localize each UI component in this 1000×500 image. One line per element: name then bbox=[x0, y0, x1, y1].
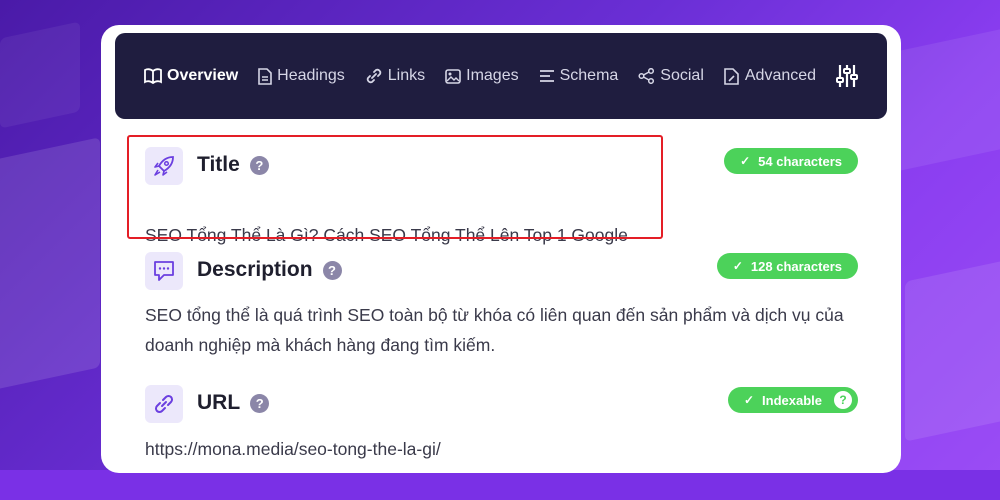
highlight-box bbox=[127, 135, 663, 239]
help-icon[interactable]: ? bbox=[834, 391, 852, 409]
tab-social[interactable]: Social bbox=[638, 67, 704, 85]
check-icon: ✓ bbox=[743, 393, 755, 407]
indexable-badge: ✓ Indexable ? bbox=[727, 387, 858, 413]
tab-links[interactable]: Links bbox=[365, 67, 425, 85]
share-icon bbox=[638, 68, 655, 84]
description-value: SEO tổng thể là quá trình SEO toàn bộ từ… bbox=[145, 305, 844, 355]
tab-label: Schema bbox=[559, 67, 619, 84]
badge-label: 128 characters bbox=[750, 258, 842, 274]
sliders-icon bbox=[836, 65, 859, 87]
tab-headings[interactable]: Headings bbox=[258, 67, 345, 85]
tab-label: Overview bbox=[167, 67, 239, 84]
badge-label: Indexable bbox=[762, 392, 822, 408]
tab-label: Links bbox=[387, 67, 426, 84]
tab-label: Advanced bbox=[744, 67, 817, 84]
tab-navbar: Overview Headings Links Images Schema So… bbox=[115, 33, 887, 119]
url-value: https://mona.media/seo-tong-the-la-gi/ bbox=[145, 439, 441, 459]
badge-label: 54 characters bbox=[758, 153, 842, 169]
tab-overview[interactable]: Overview bbox=[144, 67, 238, 85]
tab-label: Headings bbox=[277, 67, 345, 84]
tab-images[interactable]: Images bbox=[445, 67, 519, 85]
url-icon-box bbox=[145, 385, 183, 423]
tab-schema[interactable]: Schema bbox=[539, 67, 619, 85]
section-heading: URL bbox=[197, 391, 241, 414]
list-icon bbox=[539, 70, 554, 82]
background-panel bbox=[905, 258, 1000, 442]
book-icon bbox=[144, 68, 162, 84]
check-icon: ✓ bbox=[740, 154, 751, 168]
settings-button[interactable] bbox=[836, 64, 859, 88]
help-icon[interactable]: ? bbox=[250, 393, 270, 413]
document-icon bbox=[258, 67, 272, 85]
advanced-icon bbox=[724, 67, 739, 85]
tab-label: Social bbox=[660, 67, 704, 84]
check-icon: ✓ bbox=[732, 259, 743, 273]
background-panel bbox=[0, 137, 100, 393]
tab-label: Images bbox=[466, 67, 519, 84]
section-heading: Description bbox=[197, 258, 313, 281]
description-heading: Description ? bbox=[197, 258, 342, 282]
seo-panel-card: Overview Headings Links Images Schema So… bbox=[101, 25, 901, 473]
overview-content: Title ? ✓ 54 characters SEO Tổng Thể Là … bbox=[115, 125, 887, 473]
link-icon bbox=[154, 394, 174, 414]
tab-advanced[interactable]: Advanced bbox=[724, 67, 816, 85]
description-icon-box bbox=[145, 252, 183, 290]
description-length-badge: ✓ 128 characters bbox=[716, 253, 858, 279]
url-heading: URL ? bbox=[197, 391, 270, 415]
title-length-badge: ✓ 54 characters bbox=[724, 148, 858, 174]
help-icon[interactable]: ? bbox=[322, 260, 342, 280]
background-strip bbox=[0, 470, 1000, 500]
image-icon bbox=[445, 68, 461, 84]
link-icon bbox=[366, 68, 381, 84]
message-icon bbox=[154, 261, 174, 281]
background-panel bbox=[0, 21, 80, 129]
